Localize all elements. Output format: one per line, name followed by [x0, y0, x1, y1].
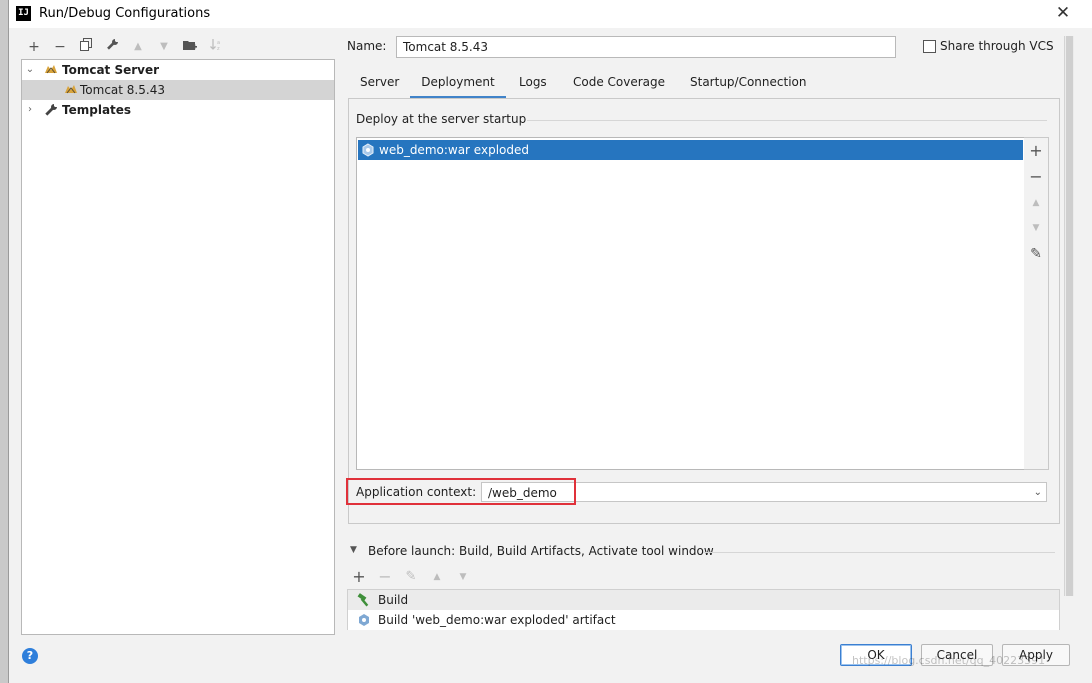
tab-logs[interactable]: Logs	[519, 74, 547, 96]
name-label: Name:	[347, 39, 387, 53]
watermark: https://blog.csdn.net/qq_40223391	[852, 654, 1046, 667]
share-vcs-checkbox[interactable]	[923, 40, 936, 53]
tomcat-icon	[45, 65, 57, 74]
chevron-down-icon[interactable]: ⌄	[1034, 483, 1042, 503]
deploy-section-title: Deploy at the server startup	[356, 112, 527, 126]
move-down-deploy-button[interactable]: ▼	[1024, 218, 1048, 238]
tree-item-label: Tomcat Server	[62, 63, 160, 77]
list-item[interactable]: Build	[348, 590, 1059, 610]
name-input[interactable]: Tomcat 8.5.43	[396, 36, 896, 58]
edit-defaults-button[interactable]	[103, 38, 121, 56]
deploy-item-label: web_demo:war exploded	[379, 143, 529, 157]
task-label: Build 'web_demo:war exploded' artifact	[378, 613, 616, 627]
help-icon[interactable]: ?	[22, 648, 38, 664]
deploy-side-toolbar: + − ▲ ▼ ✎	[1024, 137, 1049, 470]
before-launch-label[interactable]: Before launch: Build, Build Artifacts, A…	[368, 544, 714, 558]
tree-item-tomcat-server[interactable]: ⌄ Tomcat Server	[22, 60, 334, 80]
remove-task-button[interactable]: −	[376, 568, 394, 586]
vertical-scrollbar[interactable]	[1064, 36, 1074, 596]
remove-deploy-button[interactable]: −	[1024, 167, 1048, 187]
copy-config-button[interactable]	[77, 38, 95, 56]
folder-icon	[183, 41, 197, 50]
intellij-icon: IJ	[16, 6, 31, 21]
add-config-button[interactable]: +	[25, 38, 43, 56]
tree-item-templates[interactable]: › Templates	[22, 100, 334, 120]
wrench-icon	[45, 104, 57, 116]
window-title: Run/Debug Configurations	[39, 6, 211, 21]
new-folder-button[interactable]	[181, 38, 199, 56]
hammer-icon	[357, 593, 369, 607]
copy-icon	[79, 38, 92, 51]
edit-task-button[interactable]: ✎	[402, 568, 420, 586]
move-up-task-button[interactable]: ▲	[428, 568, 446, 586]
section-divider	[703, 552, 1055, 553]
sort-button[interactable]: az	[207, 38, 225, 56]
close-icon[interactable]: ✕	[1053, 2, 1073, 24]
scroll-thumb[interactable]	[1066, 36, 1073, 596]
config-tree[interactable]: ⌄ Tomcat Server Tomcat 8.5.43 › Template…	[21, 59, 335, 635]
move-up-button[interactable]: ▲	[129, 38, 147, 56]
deploy-item[interactable]: web_demo:war exploded	[358, 140, 1023, 160]
tab-deployment[interactable]: Deployment	[410, 74, 506, 99]
svg-text:z: z	[217, 46, 220, 51]
tree-item-label: Tomcat 8.5.43	[80, 83, 165, 97]
task-label: Build	[378, 593, 409, 607]
edit-deploy-button[interactable]: ✎	[1024, 244, 1048, 264]
artifact-icon	[362, 143, 374, 157]
remove-config-button[interactable]: −	[51, 38, 69, 56]
chevron-down-icon[interactable]: ⌄	[24, 60, 36, 80]
add-task-button[interactable]: +	[350, 568, 368, 586]
tree-item-label: Templates	[62, 103, 132, 117]
highlight-box	[346, 478, 576, 505]
collapse-arrow-icon[interactable]: ▼	[350, 545, 357, 555]
artifact-icon	[359, 614, 369, 626]
tree-item-tomcat-8543[interactable]: Tomcat 8.5.43	[22, 80, 334, 100]
list-item[interactable]: Build 'web_demo:war exploded' artifact	[348, 610, 1059, 630]
deploy-list[interactable]: web_demo:war exploded	[356, 137, 1025, 470]
tomcat-icon	[65, 85, 77, 94]
add-deploy-button[interactable]: +	[1024, 141, 1048, 161]
tab-server[interactable]: Server	[360, 74, 399, 96]
title-bar: IJ Run/Debug Configurations ✕	[9, 0, 1092, 28]
move-down-button[interactable]: ▼	[155, 38, 173, 56]
wrench-icon	[106, 39, 118, 50]
before-launch-list[interactable]: Build Build 'web_demo:war exploded' arti…	[347, 589, 1060, 630]
section-divider	[527, 120, 1047, 121]
tab-code-coverage[interactable]: Code Coverage	[573, 74, 665, 96]
move-down-task-button[interactable]: ▼	[454, 568, 472, 586]
run-debug-dialog: IJ Run/Debug Configurations ✕ + − ▲ ▼ az…	[8, 0, 1092, 683]
chevron-right-icon[interactable]: ›	[24, 100, 36, 120]
share-vcs-label: Share through VCS	[940, 39, 1054, 53]
move-up-deploy-button[interactable]: ▲	[1024, 193, 1048, 213]
sort-icon: az	[209, 39, 220, 52]
tab-startup-connection[interactable]: Startup/Connection	[690, 74, 806, 96]
